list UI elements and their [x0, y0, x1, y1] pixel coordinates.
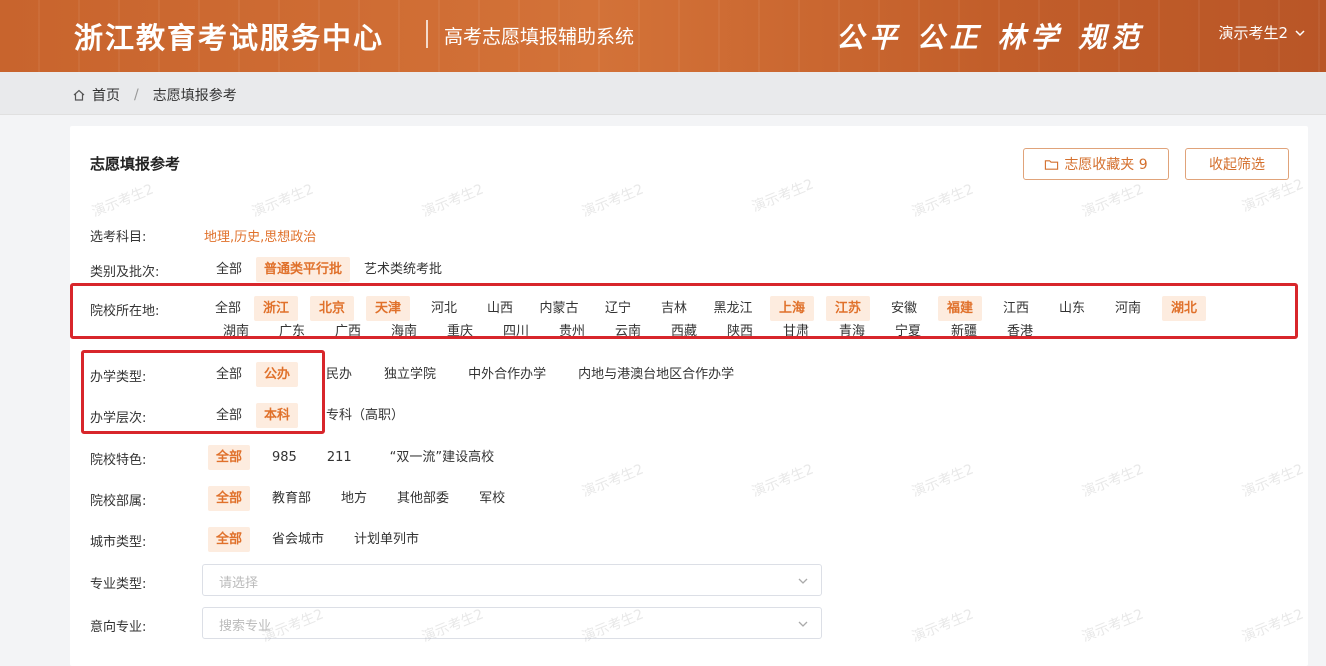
- intended-major-input[interactable]: 搜索专业: [202, 607, 822, 639]
- folder-icon: [1045, 159, 1059, 170]
- location-highlight-box: [70, 283, 1298, 339]
- affiliation-option[interactable]: 其他部委: [389, 486, 457, 511]
- affiliation-options: 全部 教育部 地方 其他部委 军校: [208, 486, 519, 511]
- city-type-option[interactable]: 全部: [208, 527, 251, 552]
- city-type-option[interactable]: 省会城市: [264, 527, 332, 552]
- city-type-options: 全部 省会城市 计划单列市: [208, 527, 433, 552]
- intended-major-placeholder: 搜索专业: [219, 619, 272, 634]
- school-type-option[interactable]: 内地与港澳台地区合作办学: [570, 362, 742, 387]
- subjects-value: 地理,历史,思想政治: [204, 230, 317, 245]
- batch-options: 全部 普通类平行批 艺术类统考批: [208, 257, 456, 282]
- city-type-label: 城市类型:: [90, 535, 147, 550]
- features-option[interactable]: 全部: [208, 445, 251, 470]
- chevron-down-icon: [798, 621, 808, 627]
- system-subtitle: 高考志愿填报辅助系统: [444, 26, 635, 48]
- chevron-down-icon: [798, 578, 808, 584]
- batch-label: 类别及批次:: [90, 265, 160, 280]
- collapse-filter-button[interactable]: 收起筛选: [1185, 148, 1289, 180]
- top-header: 浙江教育考试服务中心 高考志愿填报辅助系统 公平 公正 林学 规范 演示考生2: [0, 0, 1326, 72]
- batch-option[interactable]: 艺术类统考批: [356, 257, 450, 282]
- intended-major-label: 意向专业:: [90, 620, 147, 635]
- header-divider: [426, 20, 428, 48]
- breadcrumb-bar: 首页 / 志愿填报参考: [0, 72, 1326, 115]
- school-level-option[interactable]: 专科（高职）: [318, 403, 412, 428]
- subjects-label: 选考科目:: [90, 230, 147, 245]
- features-option[interactable]: 985: [264, 445, 305, 470]
- batch-option[interactable]: 普通类平行批: [256, 257, 351, 282]
- features-option[interactable]: “双一流”建设高校: [382, 445, 502, 470]
- major-type-placeholder: 请选择: [219, 576, 259, 591]
- favorites-label: 志愿收藏夹 9: [1064, 157, 1148, 173]
- batch-option[interactable]: 全部: [208, 257, 250, 282]
- header-motto: 公平 公正 林学 规范: [836, 21, 1145, 54]
- user-name: 演示考生2: [1218, 24, 1288, 42]
- features-label: 院校特色:: [90, 453, 147, 468]
- home-icon: [73, 89, 85, 101]
- school-type-option[interactable]: 独立学院: [376, 362, 444, 387]
- breadcrumb-separator: /: [134, 87, 139, 103]
- school-type-option[interactable]: 中外合作办学: [460, 362, 554, 387]
- breadcrumb: 首页 / 志愿填报参考: [72, 85, 237, 105]
- breadcrumb-home[interactable]: 首页: [92, 85, 120, 105]
- affiliation-option[interactable]: 教育部: [264, 486, 319, 511]
- brand-title: 浙江教育考试服务中心: [74, 21, 385, 55]
- favorites-button[interactable]: 志愿收藏夹 9: [1023, 148, 1169, 180]
- features-option[interactable]: 211: [319, 445, 360, 470]
- major-type-label: 专业类型:: [90, 577, 147, 592]
- user-menu[interactable]: 演示考生2: [1218, 22, 1306, 43]
- city-type-option[interactable]: 计划单列市: [346, 527, 427, 552]
- affiliation-option[interactable]: 军校: [471, 486, 513, 511]
- major-type-select[interactable]: 请选择: [202, 564, 822, 596]
- card-title: 志愿填报参考: [90, 155, 181, 173]
- features-options: 全部 985 211 “双一流”建设高校: [208, 445, 508, 470]
- affiliation-option[interactable]: 地方: [333, 486, 375, 511]
- breadcrumb-current: 志愿填报参考: [152, 88, 237, 104]
- type-level-highlight-box: [81, 350, 325, 434]
- affiliation-option[interactable]: 全部: [208, 486, 251, 511]
- chevron-down-icon: [1295, 29, 1305, 36]
- affiliation-label: 院校部属:: [90, 494, 147, 509]
